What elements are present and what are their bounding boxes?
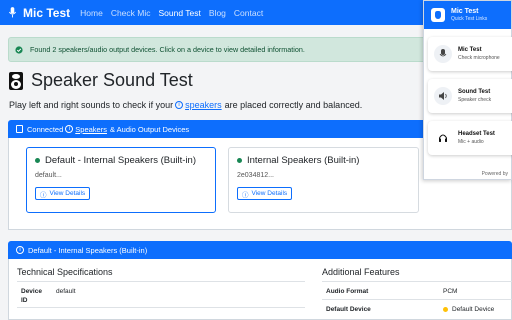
microphone-icon [8, 7, 17, 18]
devices-header-suffix: & Audio Output Devices [109, 124, 190, 134]
audio-format-value: PCM [443, 288, 458, 295]
speakers-link[interactable]: speakers [185, 100, 222, 110]
nav-contact[interactable]: Contact [234, 8, 263, 18]
default-device-value: Default Device [443, 306, 494, 313]
extension-subtitle: Quick Test Links [451, 16, 488, 22]
extension-popup: Mic Test Quick Test Links Mic Test Check … [423, 0, 512, 180]
device-card[interactable]: Default - Internal Speakers (Built-in) d… [26, 147, 216, 213]
status-dot [35, 158, 40, 163]
divider [322, 299, 512, 300]
divider [322, 281, 512, 282]
status-dot [237, 158, 242, 163]
brand-link[interactable]: Mic Test [8, 6, 70, 20]
device-id-label: Device ID [21, 288, 42, 304]
view-details-button[interactable]: ⓘ View Details [237, 187, 293, 200]
ext-item-mic-test[interactable]: Mic Test Check microphone [428, 37, 512, 71]
view-details-label: View Details [251, 190, 288, 197]
brand-label: Mic Test [23, 5, 71, 20]
info-icon: i [16, 246, 24, 254]
device-name: Default - Internal Speakers (Built-in) [45, 155, 197, 166]
default-device-label: Default Device [326, 306, 371, 313]
alert-text: Found 2 speakers/audio output devices. C… [30, 45, 305, 54]
devices-header-prefix: Connected [27, 124, 64, 134]
speaker-icon [434, 87, 452, 105]
microphone-icon [431, 8, 445, 22]
nav-home[interactable]: Home [80, 8, 103, 18]
info-icon: i [175, 101, 184, 109]
extension-footer: Powered by [481, 171, 508, 177]
microphone-icon [434, 45, 452, 63]
details-panel-body: Technical Specifications Device ID defau… [8, 259, 512, 320]
page-title: Speaker Sound Test [9, 70, 193, 91]
nav-blog[interactable]: Blog [209, 8, 226, 18]
device-id: default... [35, 172, 62, 179]
tech-specs-title: Technical Specifications [17, 267, 113, 277]
view-details-label: View Details [49, 190, 86, 197]
page-title-text: Speaker Sound Test [31, 70, 193, 90]
headphones-icon [434, 129, 452, 147]
extension-title: Mic Test [451, 8, 479, 15]
info-icon: ⓘ [40, 191, 47, 199]
extension-header: Mic Test Quick Test Links [424, 1, 511, 29]
page-subtitle: Play left and right sounds to check if y… [9, 100, 362, 110]
audio-format-label: Audio Format [326, 288, 369, 295]
subtitle-after: are placed correctly and balanced. [224, 100, 363, 110]
info-icon: ⓘ [242, 191, 249, 199]
check-circle-icon [15, 45, 23, 54]
divider [17, 307, 305, 308]
status-dot [443, 307, 448, 312]
details-title: Default - Internal Speakers (Built-in) [28, 245, 148, 255]
nav-check-mic[interactable]: Check Mic [111, 8, 151, 18]
speakers-header-link[interactable]: Speakers [75, 125, 107, 134]
ext-item-sound-test[interactable]: Sound Test Speaker check [428, 79, 512, 113]
device-id: 2e034812... [237, 172, 274, 179]
device-card[interactable]: Internal Speakers (Built-in) 2e034812...… [228, 147, 419, 213]
device-name: Internal Speakers (Built-in) [247, 155, 360, 166]
info-icon: i [65, 125, 74, 133]
ext-item-headset-test[interactable]: Headset Test Mic + audio [428, 121, 512, 155]
view-details-button[interactable]: ⓘ View Details [35, 187, 91, 200]
details-panel-header: i Default - Internal Speakers (Built-in) [8, 241, 512, 259]
device-id-value: default [56, 288, 76, 295]
device-icon [16, 125, 23, 133]
nav-sound-test[interactable]: Sound Test [159, 8, 201, 18]
features-title: Additional Features [322, 267, 400, 277]
subtitle-before: Play left and right sounds to check if y… [9, 100, 174, 110]
speaker-icon [9, 71, 23, 90]
divider [17, 281, 305, 282]
